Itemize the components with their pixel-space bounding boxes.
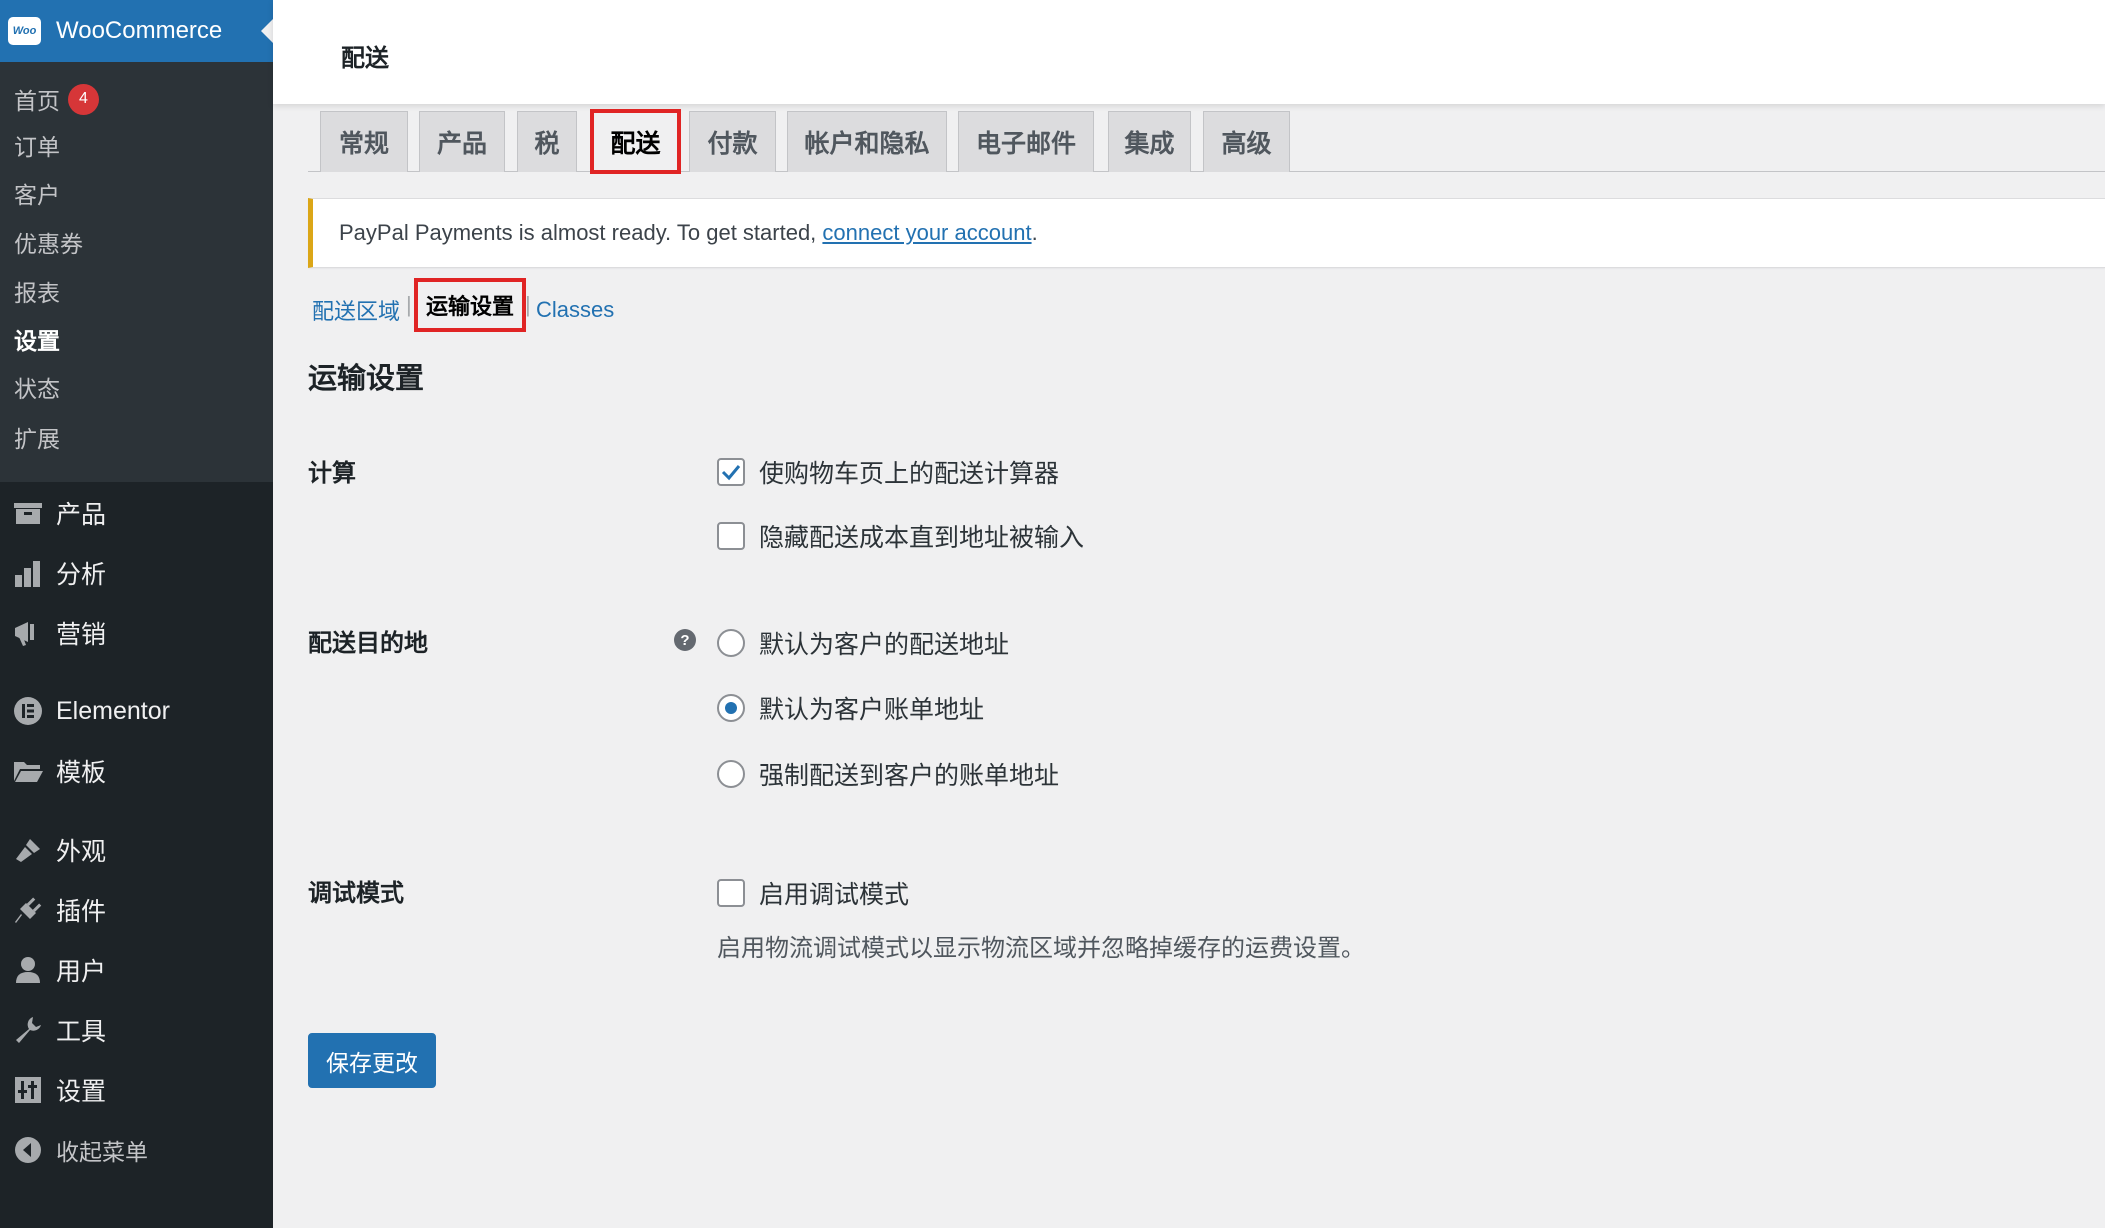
submenu-item-orders[interactable]: 订单 bbox=[14, 128, 60, 162]
submenu-item-coupons[interactable]: 优惠券 bbox=[14, 225, 83, 259]
menu-item-users[interactable]: 用户 bbox=[0, 945, 273, 995]
enable-shipping-calc-label: 使购物车页上的配送计算器 bbox=[759, 460, 1060, 488]
dest-billing-label: 默认为客户账单地址 bbox=[759, 696, 985, 724]
menu-item-plugins[interactable]: 插件 bbox=[0, 885, 273, 935]
dest-billing-only-radio[interactable] bbox=[717, 760, 745, 788]
notice-end: . bbox=[1031, 220, 1038, 245]
help-icon[interactable]: ? bbox=[674, 629, 696, 651]
notification-badge: 4 bbox=[68, 83, 99, 115]
section-title: 运输设置 bbox=[308, 363, 425, 395]
enable-debug-label: 启用调试模式 bbox=[759, 881, 910, 909]
tab-advanced[interactable]: 高级 bbox=[1203, 111, 1290, 172]
submenu-item-reports[interactable]: 报表 bbox=[14, 274, 60, 308]
menu-item-label: 分析 bbox=[56, 561, 107, 589]
shipping-destination-label: 配送目的地 bbox=[308, 630, 428, 657]
menu-item-elementor[interactable]: Elementor bbox=[0, 686, 273, 736]
dest-billing-only-option[interactable]: 强制配送到客户的账单地址 bbox=[717, 756, 1059, 792]
hide-cost-until-address-checkbox[interactable] bbox=[717, 522, 745, 550]
woocommerce-menu-header[interactable]: Woo WooCommerce bbox=[0, 0, 273, 62]
calculations-label: 计算 bbox=[308, 460, 356, 487]
subsection-shipping-options[interactable]: 运输设置 bbox=[414, 278, 526, 332]
enable-debug-option[interactable]: 启用调试模式 bbox=[717, 875, 909, 911]
woocommerce-logo-icon: Woo bbox=[8, 17, 41, 45]
menu-item-label: 插件 bbox=[56, 898, 107, 926]
menu-item-label: 外观 bbox=[56, 838, 107, 866]
menu-item-marketing[interactable]: 营销 bbox=[0, 608, 273, 658]
subsection-separator: | bbox=[525, 292, 531, 317]
menu-item-tools[interactable]: 工具 bbox=[0, 1005, 273, 1055]
notice-text: PayPal Payments is almost ready. To get … bbox=[339, 220, 817, 245]
menu-item-label: 工具 bbox=[56, 1018, 107, 1046]
submenu-item-home[interactable]: 首页 4 bbox=[14, 82, 99, 116]
dest-shipping-radio[interactable] bbox=[717, 629, 745, 657]
menu-item-appearance[interactable]: 外观 bbox=[0, 825, 273, 875]
menu-item-label: 产品 bbox=[56, 501, 107, 529]
submenu-item-label: 首页 bbox=[14, 88, 60, 114]
menu-item-label: 设置 bbox=[56, 1078, 107, 1106]
archive-icon bbox=[0, 500, 56, 526]
hide-cost-until-address-label: 隐藏配送成本直到地址被输入 bbox=[759, 524, 1085, 552]
tab-emails[interactable]: 电子邮件 bbox=[958, 111, 1094, 172]
check-icon bbox=[721, 465, 741, 481]
enable-debug-checkbox[interactable] bbox=[717, 879, 745, 907]
user-icon bbox=[0, 955, 56, 985]
menu-item-label: Elementor bbox=[56, 696, 170, 725]
collapse-menu-button[interactable]: 收起菜单 bbox=[0, 1125, 273, 1175]
folder-icon bbox=[0, 758, 56, 784]
tab-integration[interactable]: 集成 bbox=[1108, 111, 1191, 172]
dest-billing-option[interactable]: 默认为客户账单地址 bbox=[717, 690, 984, 726]
tab-tax[interactable]: 税 bbox=[517, 111, 577, 172]
page-header: 配送 bbox=[273, 0, 2105, 104]
dest-shipping-label: 默认为客户的配送地址 bbox=[759, 631, 1010, 659]
menu-item-label: 用户 bbox=[56, 958, 107, 986]
settings-icon bbox=[0, 1075, 56, 1105]
elementor-icon bbox=[0, 696, 56, 726]
submenu-item-settings[interactable]: 设置 bbox=[14, 322, 60, 356]
enable-shipping-calc-checkbox[interactable] bbox=[717, 458, 745, 486]
debug-description: 启用物流调试模式以显示物流区域并忽略掉缓存的运费设置。 bbox=[717, 935, 1365, 962]
menu-item-settings[interactable]: 设置 bbox=[0, 1065, 273, 1115]
dest-billing-only-label: 强制配送到客户的账单地址 bbox=[759, 762, 1060, 790]
megaphone-icon bbox=[0, 618, 56, 648]
tab-accounts-privacy[interactable]: 帐户和隐私 bbox=[787, 111, 947, 172]
plugin-icon bbox=[0, 895, 56, 925]
woocommerce-menu-label: WooCommerce bbox=[56, 17, 223, 44]
tab-payments[interactable]: 付款 bbox=[689, 111, 776, 172]
brush-icon bbox=[0, 835, 56, 865]
paypal-notice: PayPal Payments is almost ready. To get … bbox=[308, 198, 2105, 268]
save-changes-button[interactable]: 保存更改 bbox=[308, 1033, 436, 1088]
submenu-item-status[interactable]: 状态 bbox=[14, 370, 60, 404]
admin-sidebar: Woo WooCommerce 首页 4 订单 客户 优惠券 报表 设置 状态 … bbox=[0, 0, 273, 1228]
dest-billing-radio[interactable] bbox=[717, 694, 745, 722]
subsection-classes[interactable]: Classes bbox=[536, 288, 614, 332]
radio-selected-dot bbox=[725, 702, 737, 714]
bar-chart-icon bbox=[0, 559, 56, 587]
tab-products[interactable]: 产品 bbox=[419, 111, 505, 172]
subsection-separator: | bbox=[406, 292, 412, 317]
hide-cost-until-address-option[interactable]: 隐藏配送成本直到地址被输入 bbox=[717, 518, 1084, 554]
connect-account-link[interactable]: connect your account bbox=[822, 220, 1031, 246]
subsection-shipping-zones[interactable]: 配送区域 bbox=[312, 288, 400, 332]
menu-item-label: 收起菜单 bbox=[56, 1139, 148, 1165]
woocommerce-submenu: 首页 4 订单 客户 优惠券 报表 设置 状态 扩展 bbox=[0, 62, 273, 482]
menu-item-templates[interactable]: 模板 bbox=[0, 746, 273, 796]
dest-shipping-option[interactable]: 默认为客户的配送地址 bbox=[717, 625, 1009, 661]
tab-general[interactable]: 常规 bbox=[320, 111, 408, 172]
page-title: 配送 bbox=[341, 45, 389, 72]
tab-shipping[interactable]: 配送 bbox=[590, 109, 681, 174]
collapse-arrow-icon bbox=[0, 1135, 56, 1165]
wrench-icon bbox=[0, 1015, 56, 1045]
submenu-item-extensions[interactable]: 扩展 bbox=[14, 420, 60, 454]
menu-item-label: 营销 bbox=[56, 621, 107, 649]
menu-item-analytics[interactable]: 分析 bbox=[0, 548, 273, 598]
submenu-item-customers[interactable]: 客户 bbox=[14, 176, 60, 210]
menu-item-label: 模板 bbox=[56, 759, 107, 787]
enable-shipping-calc-option[interactable]: 使购物车页上的配送计算器 bbox=[717, 454, 1059, 490]
debug-mode-label: 调试模式 bbox=[308, 880, 404, 907]
menu-item-products[interactable]: 产品 bbox=[0, 488, 273, 538]
